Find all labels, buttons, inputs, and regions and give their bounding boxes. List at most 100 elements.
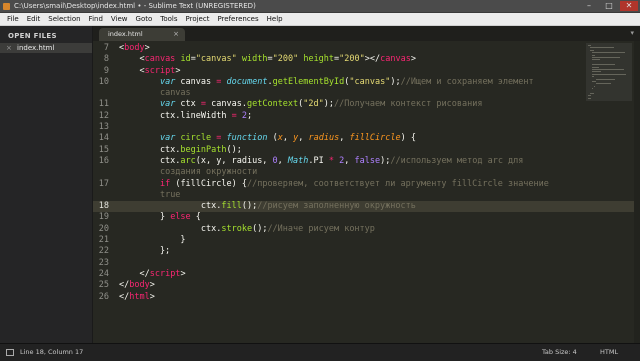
minimap-line (590, 50, 594, 51)
minimap-line (596, 79, 615, 80)
code-text[interactable]: var canvas = document.getElementById("ca… (119, 77, 534, 88)
code-line[interactable]: 8 <canvas id="canvas" width="200" height… (93, 54, 640, 65)
code-line[interactable]: 13 (93, 122, 640, 133)
code-text[interactable]: } (119, 235, 186, 246)
line-number: 20 (93, 224, 109, 235)
sublime-app-icon (3, 3, 10, 10)
sublime-window: C:\Users\smail\Desktop\index.html • - Su… (0, 0, 640, 360)
code-lines[interactable]: 7<body>8 <canvas id="canvas" width="200"… (93, 43, 640, 303)
code-line[interactable]: 15 ctx.beginPath(); (93, 145, 640, 156)
code-text[interactable]: ctx.fill();//рисуем заполненную окружнос… (119, 201, 416, 212)
code-text[interactable]: ctx.beginPath(); (119, 145, 242, 156)
panel-toggle-icon[interactable] (6, 349, 14, 356)
cursor-position: Line 18, Column 17 (20, 344, 83, 361)
menu-help[interactable]: Help (263, 13, 287, 25)
code-text[interactable]: </script> (119, 269, 186, 280)
code-line[interactable]: 21 } (93, 235, 640, 246)
code-text[interactable]: ctx.stroke();//Иначе рисуем контур (119, 224, 375, 235)
line-number: 26 (93, 292, 109, 303)
code-line[interactable]: 24 </script> (93, 269, 640, 280)
minimap-line (588, 95, 591, 96)
menu-bar: File Edit Selection Find View Goto Tools… (0, 13, 640, 26)
menu-find[interactable]: Find (85, 13, 107, 25)
code-line[interactable]: 10 var canvas = document.getElementById(… (93, 77, 640, 88)
syntax-mode[interactable]: HTML (600, 344, 618, 361)
code-line[interactable]: создания окружности (93, 167, 640, 178)
code-line[interactable]: 7<body> (93, 43, 640, 54)
menu-goto[interactable]: Goto (132, 13, 157, 25)
maximize-button[interactable]: □ (600, 1, 618, 11)
sidebar: OPEN FILES × index.html (0, 26, 93, 343)
minimap-line (592, 71, 601, 72)
code-line[interactable]: 25</body> (93, 280, 640, 291)
code-line[interactable]: 19 } else { (93, 212, 640, 223)
code-line[interactable]: 14 var circle = function (x, y, radius, … (93, 133, 640, 144)
menu-project[interactable]: Project (182, 13, 214, 25)
line-number: 24 (93, 269, 109, 280)
code-text[interactable]: var ctx = canvas.getContext("2d");//Полу… (119, 99, 482, 110)
code-text[interactable]: ctx.lineWidth = 2; (119, 111, 252, 122)
code-line[interactable]: 23 (93, 258, 640, 269)
tab-list-chevron-icon[interactable]: ▾ (630, 29, 634, 37)
menu-preferences[interactable]: Preferences (213, 13, 262, 25)
tab-index-html[interactable]: index.html × (99, 28, 185, 41)
minimap-line (588, 45, 591, 46)
code-line[interactable]: true (93, 190, 640, 201)
menu-selection[interactable]: Selection (44, 13, 84, 25)
minimap-line (592, 88, 593, 89)
line-number: 13 (93, 122, 109, 133)
status-bar: Line 18, Column 17 Tab Size: 4 HTML (0, 343, 640, 361)
code-line[interactable]: 16 ctx.arc(x, y, radius, 0, Math.PI * 2,… (93, 156, 640, 167)
code-text[interactable]: </html> (119, 292, 155, 303)
menu-view[interactable]: View (107, 13, 132, 25)
tab-close-icon[interactable]: × (173, 28, 179, 41)
line-number: 17 (93, 179, 109, 190)
code-editor[interactable]: 7<body>8 <canvas id="canvas" width="200"… (93, 41, 640, 343)
code-line[interactable]: canvas (93, 88, 640, 99)
code-text[interactable]: ctx.arc(x, y, radius, 0, Math.PI * 2, fa… (119, 156, 523, 167)
tab-size[interactable]: Tab Size: 4 (542, 344, 577, 361)
close-button[interactable]: ✕ (620, 1, 638, 11)
code-line[interactable]: 12 ctx.lineWidth = 2; (93, 111, 640, 122)
menu-tools[interactable]: Tools (156, 13, 181, 25)
code-text[interactable]: <script> (119, 66, 180, 77)
code-line[interactable]: 18 ctx.fill();//рисуем заполненную окруж… (93, 201, 640, 212)
code-line[interactable]: 20 ctx.stroke();//Иначе рисуем контур (93, 224, 640, 235)
open-files-heading: OPEN FILES (8, 32, 57, 40)
minimize-button[interactable]: – (580, 1, 598, 11)
code-text[interactable]: <body> (119, 43, 150, 54)
code-text[interactable]: <canvas id="canvas" width="200" height="… (119, 54, 416, 65)
line-number: 11 (93, 99, 109, 110)
code-line[interactable]: 26 </html> (93, 292, 640, 303)
minimap-line (590, 93, 594, 94)
minimap-line (592, 81, 596, 82)
line-number: 18 (93, 201, 109, 212)
code-text[interactable]: создания окружности (119, 167, 257, 178)
sidebar-file-index-html[interactable]: × index.html (0, 43, 92, 53)
code-line[interactable]: 17 if (fillCircle) {//проверяем, соответ… (93, 179, 640, 190)
minimap-line (592, 55, 595, 56)
line-number: 22 (93, 246, 109, 257)
code-text[interactable]: }; (119, 246, 170, 257)
menu-file[interactable]: File (3, 13, 23, 25)
menu-edit[interactable]: Edit (23, 13, 45, 25)
code-text[interactable]: </body> (119, 280, 155, 291)
line-number: 9 (93, 66, 109, 77)
window-title: C:\Users\smail\Desktop\index.html • - Su… (14, 0, 256, 13)
code-text[interactable]: canvas (119, 88, 191, 99)
code-text[interactable]: } else { (119, 212, 201, 223)
minimap[interactable] (586, 43, 632, 103)
tab-bar: index.html × ▾ (93, 26, 640, 41)
code-text[interactable]: true (119, 190, 180, 201)
minimap-line (592, 64, 615, 65)
line-number: 16 (93, 156, 109, 167)
close-icon[interactable]: × (6, 43, 12, 53)
vertical-scrollbar[interactable] (634, 41, 640, 343)
minimap-line (592, 74, 626, 75)
code-line[interactable]: 22 }; (93, 246, 640, 257)
code-line[interactable]: 11 var ctx = canvas.getContext("2d");//П… (93, 99, 640, 110)
code-line[interactable]: 9 <script> (93, 66, 640, 77)
code-text[interactable]: if (fillCircle) {//проверяем, соответств… (119, 179, 549, 190)
line-number: 15 (93, 145, 109, 156)
code-text[interactable]: var circle = function (x, y, radius, fil… (119, 133, 416, 144)
